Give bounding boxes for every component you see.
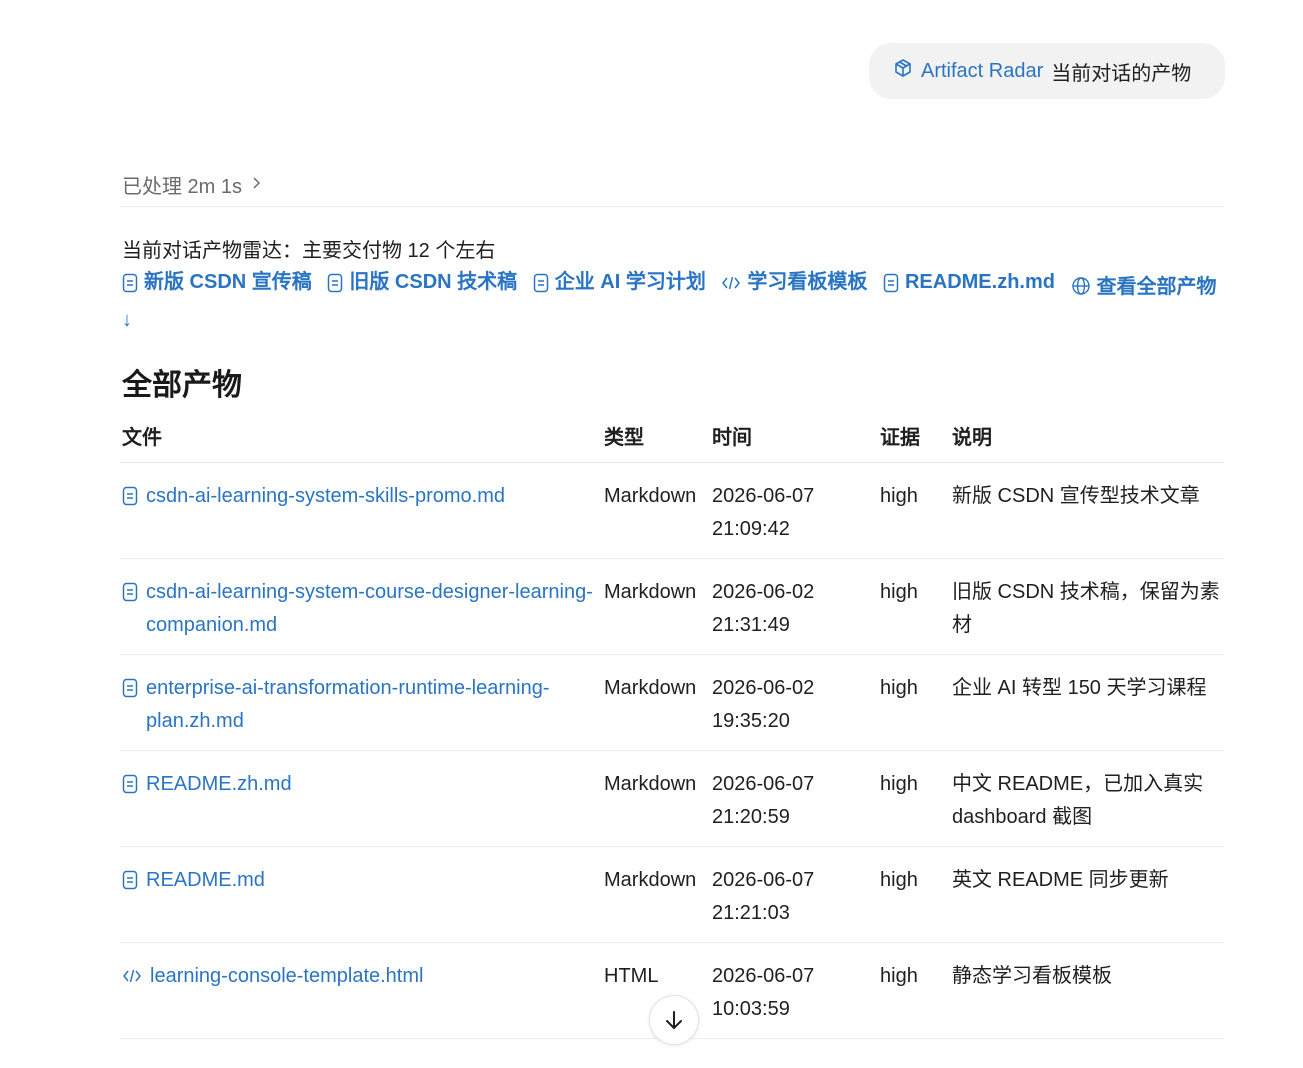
document-icon <box>122 582 138 602</box>
file-time: 2026-06-07 10:03:59 <box>710 942 878 1039</box>
file-description: 中文 README，已加入真实 dashboard 截图 <box>950 750 1224 847</box>
table-row: csdn-ai-learning-system-skills-promo.md … <box>120 462 1224 559</box>
artifact-radar-button[interactable]: Artifact Radar 当前对话的产物 <box>869 43 1225 99</box>
quick-link-enterprise-plan[interactable]: 企业 AI 学习计划 <box>533 266 706 299</box>
arrow-down-icon <box>666 1011 682 1029</box>
cube-icon <box>893 58 913 84</box>
artifact-radar-title: Artifact Radar <box>921 59 1044 82</box>
file-evidence: high <box>878 846 950 943</box>
file-description: 新版 CSDN 宣传型技术文章 <box>950 462 1224 559</box>
file-description: 静态学习看板模板 <box>950 942 1224 1039</box>
file-clock: 10:03:59 <box>712 998 790 1020</box>
quick-link-learning-template[interactable]: 学习看板模板 <box>721 266 867 299</box>
quick-link-label: 学习看板模板 <box>747 271 868 293</box>
file-evidence: high <box>878 462 950 559</box>
file-clock: 21:20:59 <box>712 806 790 828</box>
processed-toggle[interactable]: 已处理 2m 1s <box>122 170 262 199</box>
code-icon <box>722 276 741 289</box>
file-time: 2026-06-07 21:21:03 <box>710 846 878 943</box>
file-date: 2026-06-02 <box>712 581 815 603</box>
table-row: README.zh.md Markdown 2026-06-07 21:20:59… <box>120 750 1224 847</box>
header-description: 说明 <box>950 422 1224 463</box>
file-evidence: high <box>878 942 950 1039</box>
file-description: 英文 README 同步更新 <box>950 846 1224 943</box>
file-description: 企业 AI 转型 150 天学习课程 <box>950 654 1224 751</box>
processed-label: 已处理 2m 1s <box>122 176 243 198</box>
table-header-row: 文件 类型 时间 证据 说明 <box>120 422 1224 463</box>
document-icon <box>122 870 138 890</box>
file-date: 2026-06-07 <box>712 485 815 507</box>
header-time: 时间 <box>710 422 878 463</box>
quick-link-label: 旧版 CSDN 技术稿 <box>349 271 518 293</box>
file-clock: 21:09:42 <box>712 518 790 540</box>
file-link[interactable]: learning-console-template.html <box>122 960 600 993</box>
file-date: 2026-06-02 <box>712 677 815 699</box>
quick-link-label: README.zh.md <box>904 271 1055 293</box>
file-link[interactable]: csdn-ai-learning-system-skills-promo.md <box>122 480 600 513</box>
file-name: learning-console-template.html <box>150 965 424 987</box>
file-time: 2026-06-07 21:20:59 <box>710 750 878 847</box>
file-time: 2026-06-07 21:09:42 <box>710 462 878 559</box>
chevron-right-icon <box>250 173 262 196</box>
file-clock: 19:35:20 <box>712 710 790 732</box>
file-name: csdn-ai-learning-system-skills-promo.md <box>146 485 505 507</box>
file-name: enterprise-ai-transformation-runtime-lea… <box>146 677 550 732</box>
file-date: 2026-06-07 <box>712 773 815 795</box>
file-time: 2026-06-02 21:31:49 <box>710 558 878 655</box>
file-type: Markdown <box>602 846 710 943</box>
file-evidence: high <box>878 654 950 751</box>
quick-links: 新版 CSDN 宣传稿 旧版 CSDN 技术稿 企业 AI 学习计划 学习看板模… <box>122 266 1222 337</box>
file-time: 2026-06-02 19:35:20 <box>710 654 878 751</box>
scroll-to-bottom-button[interactable] <box>649 995 699 1045</box>
file-name: README.zh.md <box>146 773 292 795</box>
file-date: 2026-06-07 <box>712 965 815 987</box>
document-icon <box>328 273 343 292</box>
file-clock: 21:31:49 <box>712 614 790 636</box>
file-evidence: high <box>878 750 950 847</box>
document-icon <box>122 273 138 292</box>
file-name: csdn-ai-learning-system-course-designer-… <box>146 581 593 636</box>
document-icon <box>883 273 899 292</box>
file-clock: 21:21:03 <box>712 902 790 924</box>
artifacts-table: 文件 类型 时间 证据 说明 csdn-ai-learning-system-s… <box>120 422 1224 1039</box>
file-type: Markdown <box>602 462 710 559</box>
file-link[interactable]: README.zh.md <box>122 768 600 801</box>
section-divider <box>120 206 1224 207</box>
document-icon <box>122 486 138 506</box>
document-icon <box>533 273 548 292</box>
file-type: Markdown <box>602 558 710 655</box>
quick-link-new-csdn[interactable]: 新版 CSDN 宣传稿 <box>122 266 312 299</box>
summary-text: 当前对话产物雷达：主要交付物 12 个左右 <box>122 240 496 262</box>
file-date: 2026-06-07 <box>712 869 815 891</box>
document-icon <box>122 774 138 794</box>
file-link[interactable]: enterprise-ai-transformation-runtime-lea… <box>122 672 600 738</box>
header-file: 文件 <box>120 422 602 463</box>
section-title: 全部产物 <box>122 369 242 402</box>
quick-link-label: 企业 AI 学习计划 <box>554 271 706 293</box>
quick-link-label: 新版 CSDN 宣传稿 <box>144 271 312 293</box>
table-row: csdn-ai-learning-system-course-designer-… <box>120 558 1224 655</box>
document-icon <box>122 678 138 698</box>
code-icon <box>123 969 141 983</box>
file-type: Markdown <box>602 654 710 751</box>
header-evidence: 证据 <box>878 422 950 463</box>
quick-link-readme-zh[interactable]: README.zh.md <box>883 266 1055 299</box>
globe-icon <box>1071 276 1090 295</box>
file-type: Markdown <box>602 750 710 847</box>
file-link[interactable]: README.md <box>122 864 600 897</box>
header-type: 类型 <box>602 422 710 463</box>
file-name: README.md <box>146 869 265 891</box>
artifact-radar-subtitle: 当前对话的产物 <box>1051 62 1192 85</box>
file-description: 旧版 CSDN 技术稿，保留为素材 <box>950 558 1224 655</box>
file-link[interactable]: csdn-ai-learning-system-course-designer-… <box>122 576 600 642</box>
table-row: README.md Markdown 2026-06-07 21:21:03 hi… <box>120 846 1224 943</box>
quick-link-old-csdn[interactable]: 旧版 CSDN 技术稿 <box>327 266 517 299</box>
table-row: enterprise-ai-transformation-runtime-lea… <box>120 654 1224 751</box>
file-evidence: high <box>878 558 950 655</box>
